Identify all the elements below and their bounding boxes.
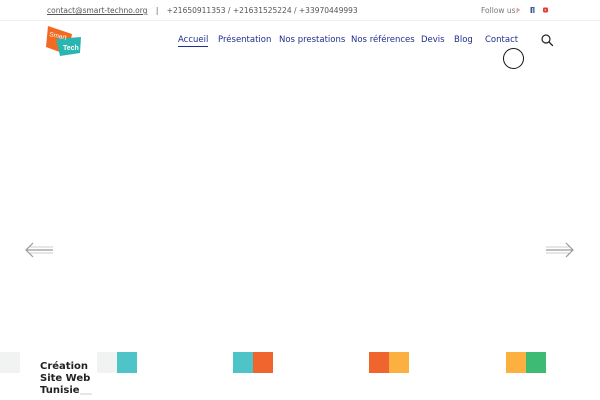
separator: | (155, 6, 159, 15)
facebook-icon[interactable] (530, 7, 535, 13)
strip-fade-left (0, 352, 20, 373)
smart-tech-logo[interactable]: Smart Tech (46, 25, 82, 56)
follow-label: Follow us: (481, 6, 519, 15)
youtube-icon[interactable] (543, 7, 548, 13)
logo-text-tech: Tech (63, 45, 79, 52)
color-square-orange (369, 352, 389, 373)
arrow-left-icon[interactable] (24, 242, 54, 258)
search-icon[interactable] (540, 33, 554, 47)
caption-line-2: Site Web (40, 373, 91, 384)
nav-item-nos-prestations[interactable]: Nos prestations (279, 35, 345, 45)
slide-caption: Création Site Web Tunisie (40, 361, 100, 397)
arrow-right-icon[interactable] (545, 242, 575, 258)
phone-numbers: +21650911353 / +21631525224 / +339704499… (166, 6, 358, 15)
nav-item-nos-references[interactable]: Nos références (351, 35, 415, 45)
nav-item-devis[interactable]: Devis (421, 35, 445, 45)
strip-fade-1 (97, 352, 117, 373)
caption-line-3: Tunisie (40, 385, 80, 396)
nav-item-presentation[interactable]: Présentation (218, 35, 271, 45)
color-square-yellow (389, 352, 409, 373)
nav-item-contact[interactable]: Contact (485, 35, 518, 45)
color-square-orange (253, 352, 273, 373)
google-plus-icon[interactable] (516, 7, 521, 13)
nav-item-blog[interactable]: Blog (454, 35, 473, 45)
color-square-green (526, 352, 546, 373)
contact-info: contact@smart-techno.org | +21650911353 … (47, 6, 358, 15)
color-square-yellow (506, 352, 526, 373)
nav-item-accueil[interactable]: Accueil (178, 35, 209, 47)
caption-line-1: Création (40, 361, 88, 372)
caption-underline (80, 393, 92, 395)
top-info-bar: contact@smart-techno.org | +21650911353 … (0, 0, 600, 21)
color-square-teal (117, 352, 137, 373)
color-square-teal (233, 352, 253, 373)
cursor-ring (503, 48, 524, 69)
email-link[interactable]: contact@smart-techno.org (47, 6, 147, 15)
